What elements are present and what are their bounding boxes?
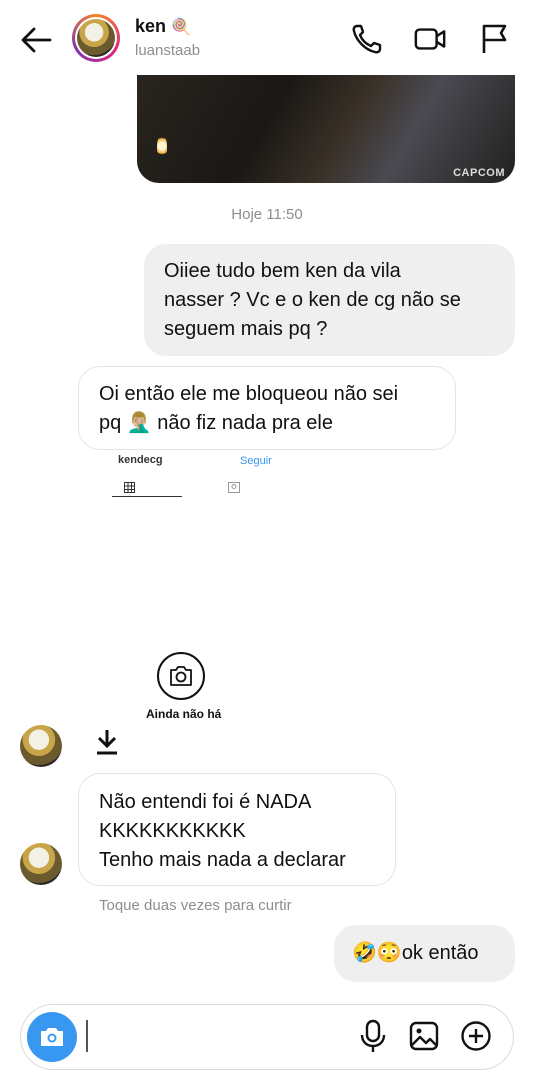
facepalm-emoji: 🤦🏼‍♂️ <box>126 412 152 434</box>
gallery-icon[interactable] <box>408 1018 440 1054</box>
screenshot-tab-indicator <box>112 496 182 497</box>
screenshot-username: kendecg <box>118 454 163 466</box>
flag-icon[interactable] <box>478 22 512 56</box>
camera-icon <box>41 1028 63 1046</box>
video-camera-icon[interactable] <box>413 22 447 56</box>
back-arrow-icon[interactable] <box>18 24 54 56</box>
phone-icon[interactable] <box>350 22 384 56</box>
contact-name[interactable]: ken 🍭 <box>135 16 191 37</box>
empty-posts-camera-icon <box>157 652 205 700</box>
message-bubble-outgoing[interactable]: Oiiee tudo bem ken da vila nasser ? Vc e… <box>144 244 515 356</box>
message-line: seguem mais pq ? <box>164 318 328 340</box>
text-caret <box>86 1020 88 1052</box>
like-hint: Toque duas vezes para curtir <box>99 897 292 914</box>
laughing-flushed-emojis: 🤣😳 <box>352 942 402 964</box>
sender-avatar[interactable] <box>20 843 62 885</box>
microphone-icon[interactable] <box>357 1018 389 1054</box>
message-bubble-incoming[interactable]: Oi então ele me bloqueou não sei pq 🤦🏼‍♂… <box>78 366 456 450</box>
sender-avatar[interactable] <box>20 725 62 767</box>
camera-button[interactable] <box>27 1012 77 1062</box>
message-bubble-outgoing[interactable]: 🤣😳ok então <box>334 925 515 982</box>
candle-detail <box>157 135 167 157</box>
shared-image[interactable]: CAPCOM <box>137 75 515 183</box>
message-line: Oiiee tudo bem ken da vila <box>164 260 401 282</box>
screenshot-follow-label: Seguir <box>240 455 272 467</box>
message-line: KKKKKKKKKKK <box>99 820 246 842</box>
image-watermark: CAPCOM <box>453 167 505 179</box>
lollipop-emoji: 🍭 <box>171 19 191 36</box>
message-line: pq 🤦🏼‍♂️ não fiz nada pra ele <box>99 412 333 434</box>
message-line: Tenho mais nada a declarar <box>99 849 346 871</box>
message-bubble-incoming[interactable]: Não entendi foi é NADA KKKKKKKKKKK Tenho… <box>78 773 396 886</box>
contact-avatar[interactable] <box>72 14 120 62</box>
contact-username: luanstaab <box>135 42 201 59</box>
message-line: Oi então ele me bloqueou não sei <box>99 383 399 405</box>
plus-circle-icon[interactable] <box>460 1018 492 1054</box>
chat-header: ken 🍭 luanstaab <box>0 0 534 80</box>
download-icon[interactable] <box>94 728 120 756</box>
timestamp: Hoje 11:50 <box>231 206 303 223</box>
message-text: ok então <box>401 942 479 964</box>
shared-screenshot[interactable]: kendecg Seguir <box>78 452 288 502</box>
grid-icon <box>124 482 135 493</box>
message-line: nasser ? Vc e o ken de cg não se <box>164 289 461 311</box>
screenshot-empty-text: Ainda não há <box>146 707 222 721</box>
message-input[interactable] <box>96 1016 350 1058</box>
tagged-icon <box>228 482 240 493</box>
message-line: Não entendi foi é NADA <box>99 791 312 813</box>
